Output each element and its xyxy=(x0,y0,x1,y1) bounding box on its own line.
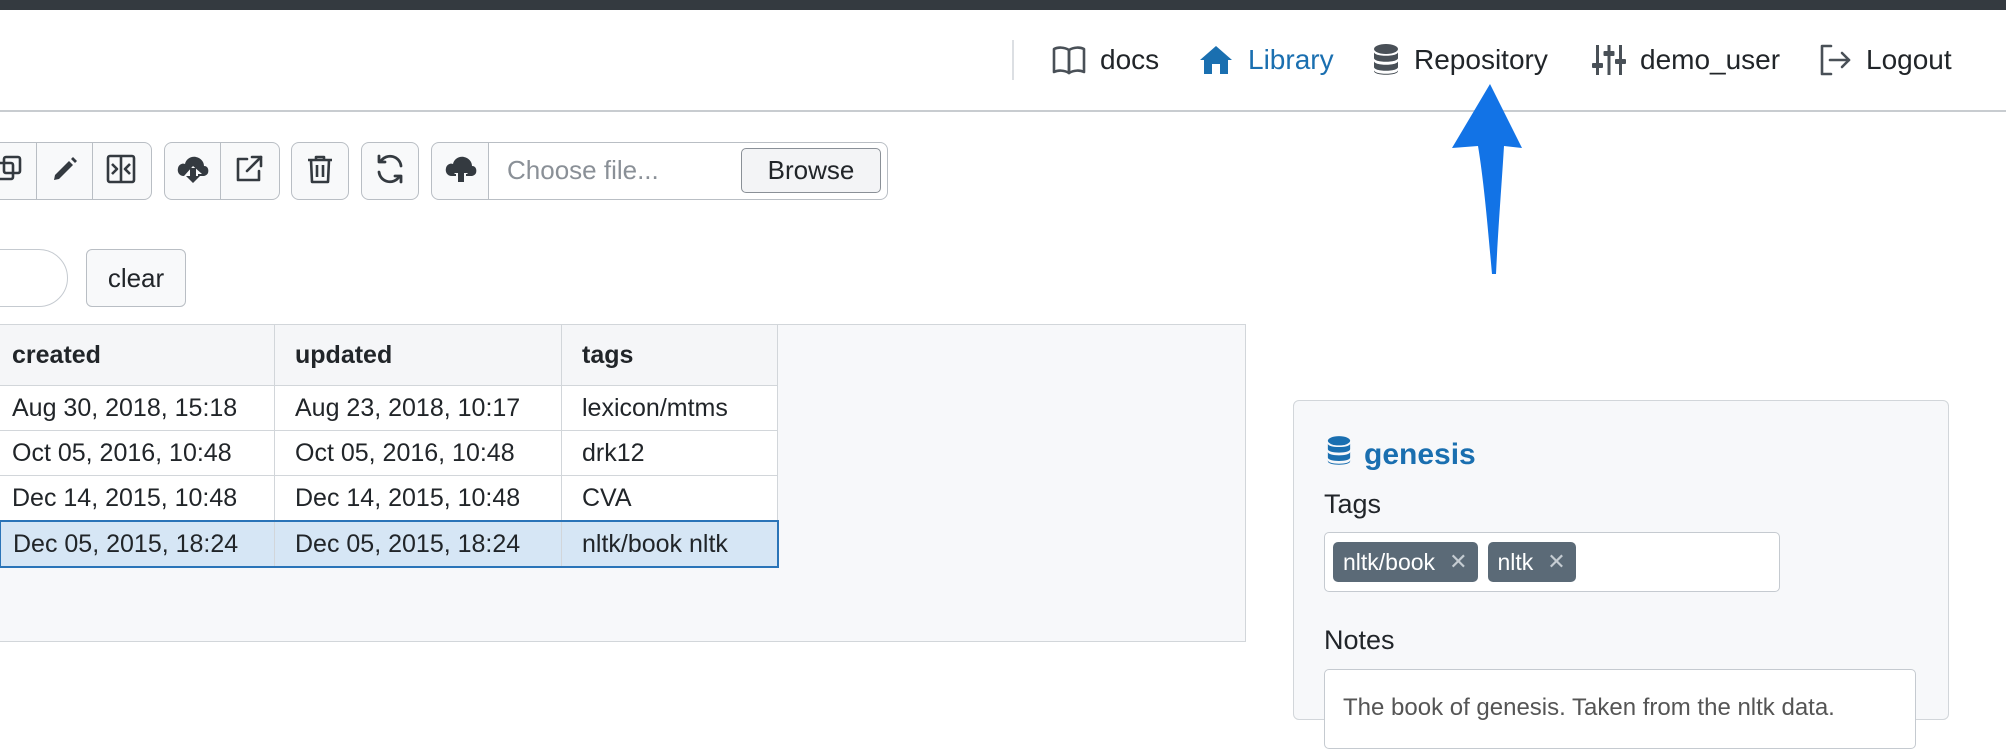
nav-docs[interactable]: docs xyxy=(1052,40,1159,80)
top-dark-bar xyxy=(0,0,2006,10)
notes-text: The book of genesis. Taken from the nltk… xyxy=(1343,694,1835,721)
nav-library[interactable]: Library xyxy=(1198,40,1334,80)
notes-label: Notes xyxy=(1324,625,1395,655)
table-row[interactable]: Oct 05, 2016, 10:48 Oct 05, 2016, 10:48 … xyxy=(0,430,778,476)
copy-icon xyxy=(0,155,23,188)
cell-tags: CVA xyxy=(561,475,778,522)
tags-label: Tags xyxy=(1324,489,1382,519)
column-header-tags[interactable]: tags xyxy=(561,325,778,386)
home-icon xyxy=(1198,44,1234,76)
open-external-button[interactable] xyxy=(221,143,277,199)
logout-icon xyxy=(1818,43,1852,77)
cloud-download-icon xyxy=(176,154,210,189)
nav-user-label: demo_user xyxy=(1640,44,1781,75)
edit-button[interactable] xyxy=(37,143,93,199)
nav-docs-label: docs xyxy=(1100,44,1160,75)
refresh-icon xyxy=(374,153,406,190)
notes-textarea[interactable]: The book of genesis. Taken from the nltk… xyxy=(1324,669,1916,749)
cell-updated: Aug 23, 2018, 10:17 xyxy=(274,385,562,431)
cloud-upload-icon xyxy=(444,154,478,189)
merge-icon xyxy=(106,154,136,189)
navbar: docs Library Repository demo_user Logout xyxy=(0,10,2006,112)
column-header-updated[interactable]: updated xyxy=(274,325,562,386)
database-icon xyxy=(1326,435,1352,475)
sliders-icon xyxy=(1592,43,1626,77)
cell-created: Dec 05, 2015, 18:24 xyxy=(0,520,275,568)
cell-updated: Oct 05, 2016, 10:48 xyxy=(274,430,562,476)
tag-chip: nltk/book ✕ xyxy=(1333,542,1478,582)
nav-repository-label: Repository xyxy=(1414,44,1548,75)
remove-tag-icon[interactable]: ✕ xyxy=(1547,549,1565,575)
detail-title: genesis xyxy=(1326,435,1476,475)
annotation-arrow-icon xyxy=(1440,80,1540,285)
nav-logout-label: Logout xyxy=(1866,44,1952,75)
database-icon xyxy=(1372,43,1400,77)
table-row-selected[interactable]: Dec 05, 2015, 18:24 Dec 05, 2015, 18:24 … xyxy=(0,520,779,568)
refresh-button[interactable] xyxy=(361,142,419,200)
tag-chip: nltk ✕ xyxy=(1487,542,1576,582)
cell-updated: Dec 05, 2015, 18:24 xyxy=(274,520,562,568)
pencil-icon xyxy=(51,155,79,188)
nav-user[interactable]: demo_user xyxy=(1592,40,1780,80)
detail-title-text[interactable]: genesis xyxy=(1364,438,1476,472)
trash-icon xyxy=(306,154,334,189)
repository-grid: created updated tags Aug 30, 2018, 15:18… xyxy=(0,324,1246,642)
transfer-button-group xyxy=(164,142,280,200)
upload-button[interactable] xyxy=(431,142,490,200)
file-input[interactable]: Choose file... Browse xyxy=(488,142,888,200)
download-button[interactable] xyxy=(165,143,221,199)
cell-created: Aug 30, 2018, 15:18 xyxy=(0,385,275,431)
table-row[interactable]: Aug 30, 2018, 15:18 Aug 23, 2018, 10:17 … xyxy=(0,385,778,431)
cell-tags: nltk/book nltk xyxy=(561,520,779,568)
remove-tag-icon[interactable]: ✕ xyxy=(1449,549,1467,575)
cell-created: Oct 05, 2016, 10:48 xyxy=(0,430,275,476)
nav-separator xyxy=(1012,40,1014,80)
repository-table: created updated tags Aug 30, 2018, 15:18… xyxy=(0,325,779,568)
table-row[interactable]: Dec 14, 2015, 10:48 Dec 14, 2015, 10:48 … xyxy=(0,475,778,522)
cell-created: Dec 14, 2015, 10:48 xyxy=(0,475,275,522)
table-header-row: created updated tags xyxy=(0,325,778,386)
cell-tags: lexicon/mtms xyxy=(561,385,778,431)
delete-button[interactable] xyxy=(291,142,349,200)
cell-tags: drk12 xyxy=(561,430,778,476)
merge-button[interactable] xyxy=(93,143,149,199)
nav-repository[interactable]: Repository xyxy=(1372,40,1548,80)
column-header-created[interactable]: created xyxy=(0,325,275,386)
detail-panel: genesis Tags nltk/book ✕ nltk ✕ Notes Th… xyxy=(1293,400,1949,749)
tag-chip-label: nltk xyxy=(1497,548,1534,575)
copy-button[interactable] xyxy=(0,143,37,199)
nav-library-label: Library xyxy=(1248,44,1334,75)
external-link-icon xyxy=(234,154,264,189)
tags-input[interactable]: nltk/book ✕ nltk ✕ xyxy=(1324,532,1780,592)
browse-button[interactable]: Browse xyxy=(741,148,881,193)
clear-button[interactable]: clear xyxy=(86,249,186,307)
file-input-placeholder: Choose file... xyxy=(507,155,659,185)
nav-logout[interactable]: Logout xyxy=(1818,40,1952,80)
edit-button-group xyxy=(0,142,152,200)
tag-chip-label: nltk/book xyxy=(1343,548,1436,575)
cell-updated: Dec 14, 2015, 10:48 xyxy=(274,475,562,522)
book-open-icon xyxy=(1052,44,1086,76)
search-input[interactable] xyxy=(0,249,68,307)
